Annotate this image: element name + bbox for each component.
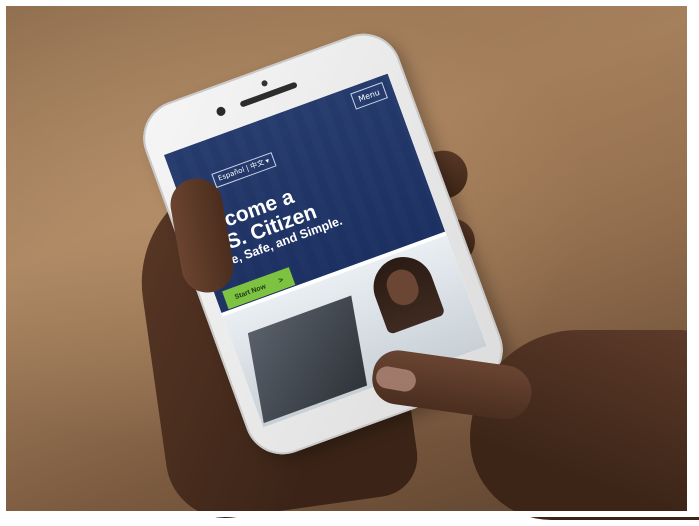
chevron-right-icon: > (277, 275, 285, 286)
right-hand (470, 330, 699, 520)
start-now-label: Start Now (233, 283, 268, 302)
